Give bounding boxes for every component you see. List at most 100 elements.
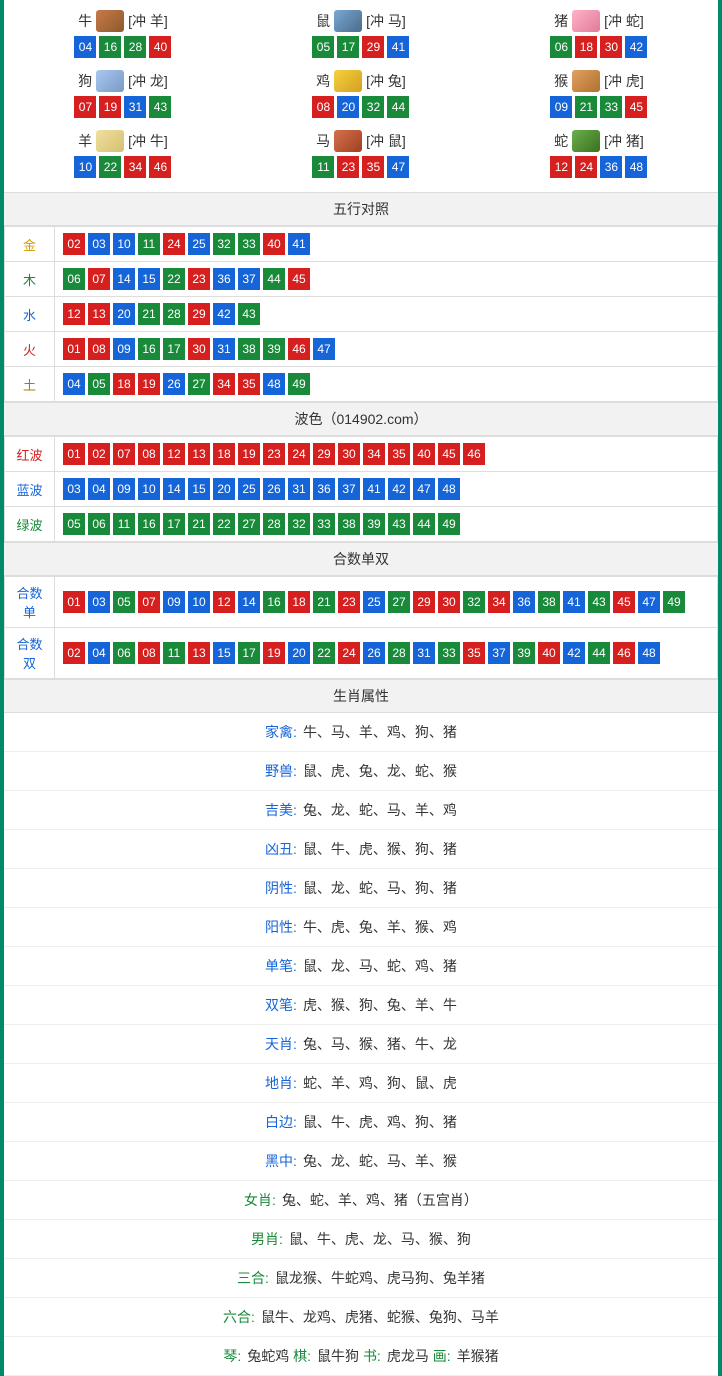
number-ball: 19 <box>263 642 285 664</box>
number-ball: 05 <box>312 36 334 58</box>
zodiac-title: 狗 [冲 龙] <box>4 70 242 92</box>
attr-value: 鼠、龙、蛇、马、狗、猪 <box>303 880 457 896</box>
number-ball: 04 <box>74 36 96 58</box>
number-ball: 01 <box>63 338 85 360</box>
number-ball: 16 <box>263 591 285 613</box>
number-ball: 13 <box>88 303 110 325</box>
number-ball: 43 <box>388 513 410 535</box>
attr-label: 地肖: <box>265 1075 297 1091</box>
attr-value: 鼠、虎、兔、龙、蛇、猴 <box>303 763 457 779</box>
number-ball: 49 <box>663 591 685 613</box>
number-ball: 02 <box>88 443 110 465</box>
attr-row: 家禽:牛、马、羊、鸡、狗、猪 <box>4 713 718 752</box>
number-ball: 19 <box>99 96 121 118</box>
attr-row: 女肖:兔、蛇、羊、鸡、猪（五宫肖） <box>4 1181 718 1220</box>
zodiac-cell: 蛇 [冲 猪] 12243648 <box>480 126 718 186</box>
number-ball: 35 <box>463 642 485 664</box>
number-ball: 27 <box>188 373 210 395</box>
attr-value: 兔、龙、蛇、马、羊、鸡 <box>303 802 457 818</box>
bottom-value: 羊猴猪 <box>457 1348 499 1364</box>
row-balls: 05061116172122272832333839434449 <box>55 507 718 542</box>
number-ball: 26 <box>163 373 185 395</box>
zodiac-clash: [冲 蛇] <box>604 11 644 31</box>
number-ball: 25 <box>363 591 385 613</box>
bose-table: 红波 0102070812131819232429303435404546 蓝波… <box>4 436 718 542</box>
attr-label: 野兽: <box>265 763 297 779</box>
zodiac-cell: 牛 [冲 羊] 04162840 <box>4 6 242 66</box>
number-ball: 11 <box>312 156 334 178</box>
number-ball: 33 <box>313 513 335 535</box>
number-ball: 21 <box>313 591 335 613</box>
zodiac-name: 猴 <box>554 71 568 91</box>
number-ball: 32 <box>288 513 310 535</box>
row-balls: 0103050709101214161821232527293032343638… <box>55 577 718 628</box>
zodiac-balls: 12243648 <box>480 156 718 178</box>
number-ball: 17 <box>337 36 359 58</box>
number-ball: 09 <box>163 591 185 613</box>
row-balls: 1213202128294243 <box>55 297 718 332</box>
attr-value: 鼠、牛、虎、猴、狗、猪 <box>303 841 457 857</box>
attr-label: 吉美: <box>265 802 297 818</box>
zodiac-cell: 狗 [冲 龙] 07193143 <box>4 66 242 126</box>
attr-value: 蛇、羊、鸡、狗、鼠、虎 <box>303 1075 457 1091</box>
number-ball: 29 <box>188 303 210 325</box>
bottom-value: 鼠牛狗 <box>317 1348 363 1364</box>
number-ball: 12 <box>550 156 572 178</box>
number-ball: 13 <box>188 443 210 465</box>
bottom-row: 琴:兔蛇鸡 棋:鼠牛狗 书:虎龙马 画:羊猴猪 <box>4 1337 718 1376</box>
header-wuxing: 五行对照 <box>4 192 718 226</box>
number-ball: 07 <box>138 591 160 613</box>
attr-value: 鼠牛、龙鸡、虎猪、蛇猴、兔狗、马羊 <box>261 1309 499 1325</box>
number-ball: 29 <box>313 443 335 465</box>
zodiac-balls: 11233547 <box>242 156 480 178</box>
main-container: 牛 [冲 羊] 04162840 鼠 [冲 马] 05172941 猪 [冲 蛇… <box>0 0 722 1376</box>
zodiac-balls: 06183042 <box>480 36 718 58</box>
row-label: 金 <box>5 227 55 262</box>
attr-row: 男肖:鼠、牛、虎、龙、马、猴、狗 <box>4 1220 718 1259</box>
number-ball: 38 <box>238 338 260 360</box>
number-ball: 45 <box>625 96 647 118</box>
number-ball: 48 <box>263 373 285 395</box>
zodiac-clash: [冲 虎] <box>604 71 644 91</box>
zodiac-cell: 马 [冲 鼠] 11233547 <box>242 126 480 186</box>
row-balls: 0204060811131517192022242628313335373940… <box>55 628 718 679</box>
number-ball: 03 <box>88 233 110 255</box>
number-ball: 47 <box>413 478 435 500</box>
number-ball: 24 <box>575 156 597 178</box>
attr-row: 双笔:虎、猴、狗、兔、羊、牛 <box>4 986 718 1025</box>
number-ball: 36 <box>600 156 622 178</box>
number-ball: 24 <box>163 233 185 255</box>
header-shuxing: 生肖属性 <box>4 679 718 713</box>
number-ball: 08 <box>312 96 334 118</box>
zodiac-title: 牛 [冲 羊] <box>4 10 242 32</box>
number-ball: 18 <box>575 36 597 58</box>
number-ball: 28 <box>388 642 410 664</box>
number-ball: 49 <box>438 513 460 535</box>
row-balls: 06071415222336374445 <box>55 262 718 297</box>
number-ball: 29 <box>413 591 435 613</box>
number-ball: 33 <box>600 96 622 118</box>
number-ball: 20 <box>288 642 310 664</box>
attr-value: 鼠龙猴、牛蛇鸡、虎马狗、兔羊猪 <box>275 1270 485 1286</box>
number-ball: 05 <box>113 591 135 613</box>
header-heshu: 合数单双 <box>4 542 718 576</box>
zodiac-name: 马 <box>316 131 330 151</box>
number-ball: 23 <box>263 443 285 465</box>
number-ball: 31 <box>288 478 310 500</box>
number-ball: 24 <box>288 443 310 465</box>
number-ball: 32 <box>463 591 485 613</box>
number-ball: 39 <box>513 642 535 664</box>
number-ball: 35 <box>238 373 260 395</box>
attr-label: 家禽: <box>265 724 297 740</box>
number-ball: 41 <box>288 233 310 255</box>
number-ball: 37 <box>238 268 260 290</box>
number-ball: 43 <box>238 303 260 325</box>
zodiac-icon <box>334 130 362 152</box>
number-ball: 10 <box>188 591 210 613</box>
zodiac-name: 猪 <box>554 11 568 31</box>
number-ball: 36 <box>513 591 535 613</box>
attr-label: 阳性: <box>265 919 297 935</box>
attr-value: 鼠、牛、虎、鸡、狗、猪 <box>303 1114 457 1130</box>
number-ball: 31 <box>213 338 235 360</box>
number-ball: 07 <box>113 443 135 465</box>
